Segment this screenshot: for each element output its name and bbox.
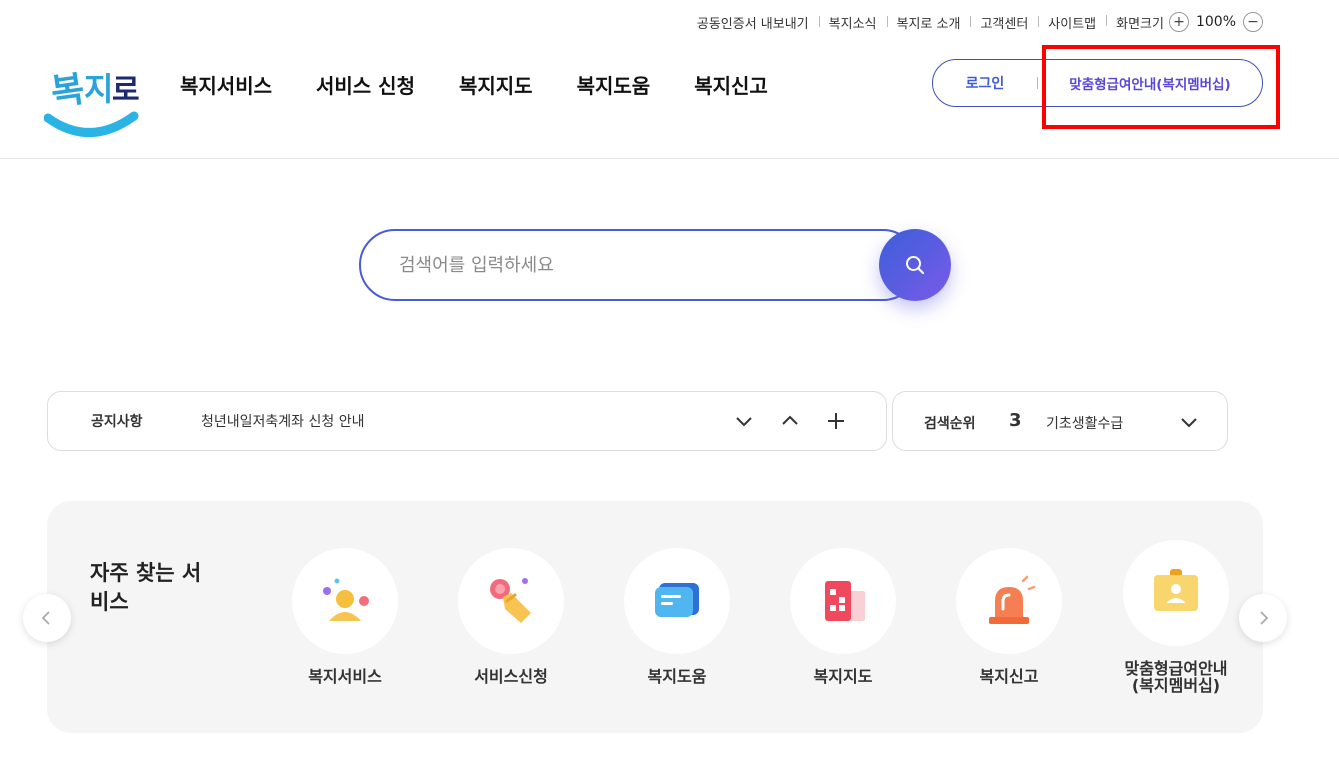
building-icon (825, 581, 865, 621)
frequent-item-circle (458, 548, 564, 654)
frequent-item-welfare-map[interactable]: 복지지도 (765, 548, 921, 685)
utility-link-sitemap[interactable]: 사이트맵 (1038, 13, 1106, 32)
chevron-left-icon (41, 611, 50, 625)
frequent-item-label: 맞춤형급여안내 (복지멤버십) (1124, 659, 1228, 695)
zoom-value: 100% (1195, 14, 1236, 30)
frequent-item-label: 복지도움 (647, 667, 707, 686)
utility-bar: 공동인증서 내보내기 복지소식 복지로 소개 고객센터 사이트맵 화면크기 + … (687, 12, 1263, 32)
frequent-item-label: 서비스신청 (474, 667, 548, 686)
notice-prev-button[interactable] (778, 409, 802, 433)
header-divider (0, 158, 1339, 159)
frequent-item-circle (292, 548, 398, 654)
search-icon (906, 256, 925, 275)
zoom-label: 화면크기 (1116, 16, 1164, 32)
svg-text:복: 복 (49, 69, 88, 114)
carousel-next-button[interactable] (1239, 594, 1287, 642)
chevron-down-icon (1181, 418, 1197, 428)
frequent-item-circle (624, 548, 730, 654)
frequent-item-welfare-membership[interactable]: 맞춤형급여안내 (복지멤버십) (1098, 540, 1254, 694)
plus-icon (828, 413, 844, 429)
nav-welfare-report[interactable]: 복지신고 (694, 70, 768, 99)
svg-text:로: 로 (112, 73, 140, 108)
utility-link-about[interactable]: 복지로 소개 (886, 13, 971, 32)
frequent-item-label: 복지지도 (813, 667, 873, 686)
carousel-prev-button[interactable] (23, 594, 71, 642)
site-logo[interactable]: 복 지 로 (43, 56, 140, 140)
notice-more-button[interactable] (824, 409, 848, 433)
frequent-item-circle (790, 548, 896, 654)
nav-welfare-service[interactable]: 복지서비스 (180, 70, 272, 99)
notice-bar: 공지사항 청년내일저축계좌 신청 안내 (47, 391, 887, 451)
search-bar (359, 229, 951, 301)
frequent-services-title: 자주 찾는 서비스 (90, 561, 202, 614)
rank-number: 3 (1009, 410, 1022, 431)
notice-text[interactable]: 청년내일저축계좌 신청 안내 (201, 411, 364, 431)
search-input[interactable] (359, 229, 919, 301)
utility-link-news[interactable]: 복지소식 (818, 13, 887, 32)
svg-text:지: 지 (84, 70, 113, 108)
frequent-item-circle (956, 548, 1062, 654)
zoom-control: 화면크기 + 100% − (1106, 12, 1263, 32)
utility-link-cert-export[interactable]: 공동인증서 내보내기 (687, 13, 819, 32)
zoom-out-button[interactable]: − (1243, 12, 1263, 32)
notice-next-button[interactable] (732, 409, 756, 433)
nav-welfare-help[interactable]: 복지도움 (577, 70, 651, 99)
search-rank-bar: 검색순위 3 기초생활수급 (892, 391, 1228, 451)
chevron-down-icon (736, 417, 752, 427)
frequent-item-service-apply[interactable]: 서비스신청 (433, 548, 589, 685)
main-nav: 복지서비스 서비스 신청 복지지도 복지도움 복지신고 (180, 70, 768, 99)
siren-icon (989, 575, 1036, 624)
chevron-right-icon (1260, 611, 1269, 625)
id-card-icon (1154, 569, 1198, 611)
rank-keyword[interactable]: 기초생활수급 (1046, 413, 1123, 433)
nav-service-apply[interactable]: 서비스 신청 (316, 70, 415, 99)
notice-label: 공지사항 (91, 414, 143, 430)
frequent-item-label: 복지서비스 (308, 667, 382, 686)
highlight-box (1042, 45, 1280, 129)
search-button[interactable] (879, 229, 951, 301)
frequent-services: 자주 찾는 서비스 복지서비스 서비스신청 복지도움 복지지도 복지신고 맞춤형… (47, 501, 1263, 733)
login-button[interactable]: 로그인 (933, 73, 1037, 93)
frequent-item-label: 복지신고 (979, 667, 1039, 686)
frequent-item-welfare-report[interactable]: 복지신고 (931, 548, 1087, 685)
rank-label: 검색순위 (924, 416, 976, 432)
frequent-item-circle (1123, 540, 1229, 646)
chevron-up-icon (782, 415, 798, 425)
frequent-item-welfare-help[interactable]: 복지도움 (599, 548, 755, 685)
hand-click-icon (490, 578, 531, 623)
nav-welfare-map[interactable]: 복지지도 (459, 70, 533, 99)
chat-card-icon (655, 583, 699, 617)
person-icon (323, 578, 369, 621)
zoom-in-button[interactable]: + (1168, 12, 1189, 32)
utility-link-customer-center[interactable]: 고객센터 (970, 13, 1038, 32)
logo-image: 복 지 로 (43, 69, 140, 137)
frequent-item-welfare-service[interactable]: 복지서비스 (267, 548, 423, 685)
rank-expand-button[interactable] (1177, 410, 1201, 434)
